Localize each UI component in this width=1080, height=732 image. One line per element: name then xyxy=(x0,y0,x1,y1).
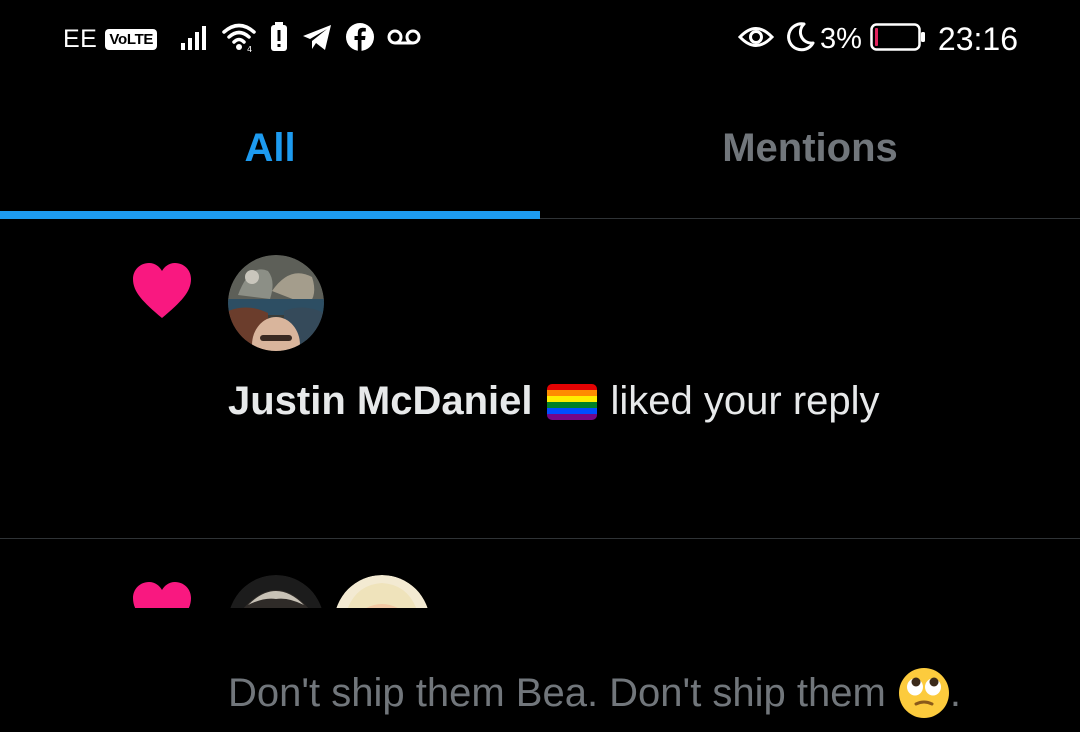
battery-icon xyxy=(870,22,926,56)
clock: 23:16 xyxy=(937,20,1018,57)
face-with-rolling-eyes-icon xyxy=(898,667,950,719)
notification-action: liked your reply xyxy=(610,379,880,423)
battery-alert-icon xyxy=(269,21,289,58)
active-tab-indicator xyxy=(0,211,540,219)
moon-icon xyxy=(784,21,816,58)
svg-text:4: 4 xyxy=(247,45,252,53)
facebook-icon xyxy=(345,22,375,57)
avatar[interactable] xyxy=(228,575,324,608)
voicemail-icon xyxy=(387,27,421,52)
notifications-tabs: All Mentions xyxy=(0,88,1080,219)
tweet-preview-trailing: . xyxy=(949,671,961,715)
tweet-preview[interactable]: Don't ship them Bea. Don't ship them . xyxy=(228,667,961,719)
status-bar-right: 3% 23:16 xyxy=(737,20,1018,58)
heart-icon xyxy=(131,581,193,608)
avatar[interactable] xyxy=(228,255,324,351)
user-name[interactable]: Justin McDaniel xyxy=(228,377,533,425)
tweet-preview-text: Don't ship them Bea. Don't ship them xyxy=(228,671,886,715)
tab-mentions-label: Mentions xyxy=(722,126,898,170)
tab-all[interactable]: All xyxy=(0,88,540,219)
notification-text: Justin McDaniel liked your reply xyxy=(228,377,880,425)
heart-icon xyxy=(131,262,193,325)
volte-badge: VoLTE xyxy=(105,28,158,50)
signal-icon xyxy=(179,22,209,57)
telegram-icon xyxy=(301,22,333,57)
battery-percent: 3% xyxy=(820,22,862,55)
wifi-icon: 4 xyxy=(221,21,257,58)
status-bar: EE VoLTE 4 3% 23:16 xyxy=(0,0,1080,78)
tab-all-label: All xyxy=(244,126,296,170)
carrier-label: EE xyxy=(63,24,98,53)
notification-item[interactable]: Justin McDaniel liked your reply Don't s… xyxy=(0,219,1080,718)
eye-comfort-icon xyxy=(737,24,775,55)
notification-item[interactable] xyxy=(0,539,1080,608)
avatar[interactable] xyxy=(334,575,430,608)
rainbow-flag-icon xyxy=(546,383,597,420)
tab-mentions[interactable]: Mentions xyxy=(540,88,1080,218)
status-bar-left: EE VoLTE 4 xyxy=(63,20,433,58)
